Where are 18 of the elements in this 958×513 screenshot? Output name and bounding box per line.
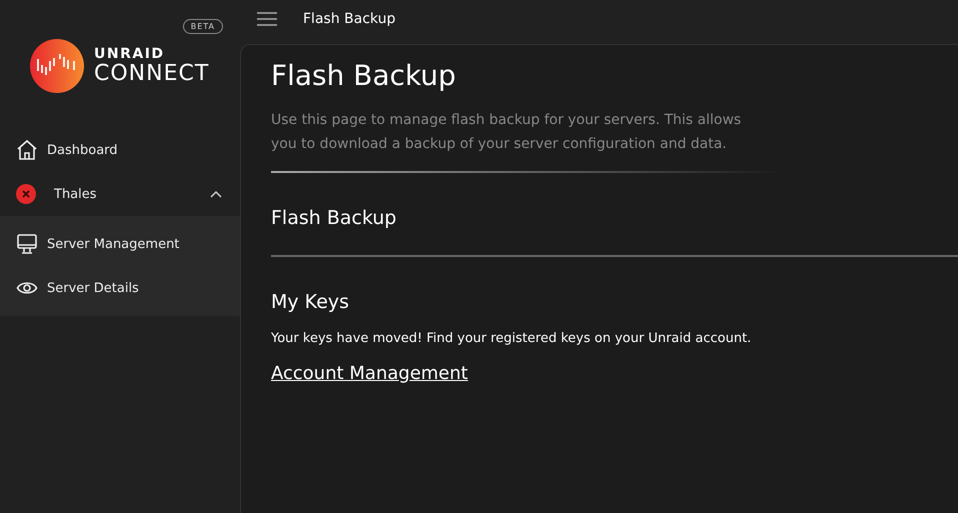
logo-wordmark: UNRAID [94, 47, 166, 61]
beta-badge: BETA [182, 19, 223, 34]
home-icon [16, 139, 38, 161]
section-text: Your keys have moved! Find your registered keys on your Unraid account. [271, 331, 752, 346]
sidebar-item[interactable]: Server Details [0, 266, 240, 310]
topbar-title: Flash Backup [303, 11, 396, 27]
page-title: Flash Backup [271, 59, 457, 92]
monitor-icon [16, 233, 38, 255]
dashboard-link[interactable]: Dashboard [0, 128, 240, 172]
section-title: Flash Backup [271, 207, 398, 229]
menu-icon[interactable] [257, 11, 277, 27]
page-description: Use this page to manage flash backup for your servers. This allows you to download a backup of your server configuration and data. [271, 111, 742, 154]
section-title: My Keys [271, 291, 350, 313]
logo-icon [30, 39, 84, 93]
account-management-link[interactable]: Account Management [271, 363, 468, 384]
sidebar-item[interactable]: Server Management [0, 222, 240, 266]
server-item[interactable]: Thales [0, 172, 240, 216]
logo-wordmark-connect: CONNECT [94, 63, 210, 85]
